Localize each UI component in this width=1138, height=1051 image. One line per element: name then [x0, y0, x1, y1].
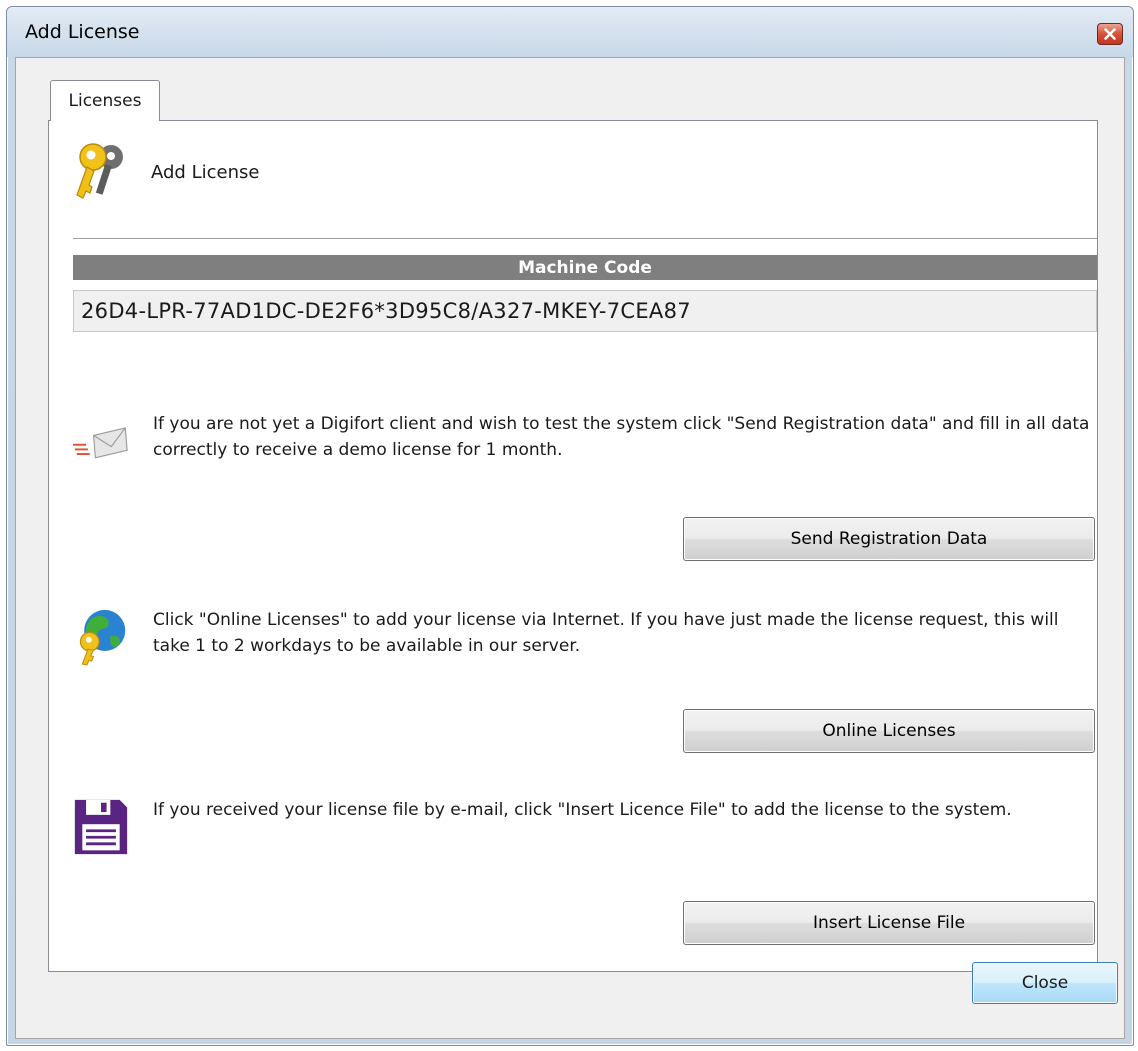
- header-title: Add License: [151, 161, 260, 183]
- floppy-disk-icon: [74, 799, 128, 855]
- title-bar[interactable]: Add License: [7, 7, 1133, 57]
- panel-header: Add License: [73, 141, 1073, 203]
- add-license-dialog: Add License Licenses Add License Machine…: [6, 6, 1134, 1046]
- licenses-tab-panel: Add License Machine Code 26D4-LPR-77AD1D…: [48, 120, 1098, 972]
- online-licenses-button[interactable]: Online Licenses: [683, 709, 1095, 753]
- insert-license-file-button[interactable]: Insert License File: [683, 901, 1095, 945]
- window-title: Add License: [25, 21, 140, 43]
- send-registration-data-button[interactable]: Send Registration Data: [683, 517, 1095, 561]
- mail-icon: [73, 427, 128, 459]
- license-file-info: If you received your license file by e-m…: [73, 797, 1097, 857]
- registration-text: If you are not yet a Digifort client and…: [153, 414, 1090, 460]
- registration-info: If you are not yet a Digifort client and…: [73, 411, 1097, 471]
- header-divider: [73, 238, 1097, 239]
- license-file-text: If you received your license file by e-m…: [153, 800, 1012, 820]
- machine-code-field[interactable]: 26D4-LPR-77AD1DC-DE2F6*3D95C8/A327-MKEY-…: [73, 290, 1097, 332]
- globe-key-icon: [79, 609, 126, 666]
- dialog-client-area: Licenses Add License Machine Code 26D4-L…: [15, 57, 1125, 1039]
- tab-licenses[interactable]: Licenses: [50, 80, 160, 121]
- online-licenses-text: Click "Online Licenses" to add your lice…: [153, 610, 1059, 656]
- machine-code-label: Machine Code: [73, 255, 1097, 280]
- online-licenses-info: Click "Online Licenses" to add your lice…: [73, 607, 1097, 667]
- close-button[interactable]: Close: [972, 962, 1118, 1004]
- window-close-button[interactable]: [1097, 23, 1123, 45]
- close-icon: [1104, 28, 1116, 40]
- keys-icon: [76, 143, 123, 199]
